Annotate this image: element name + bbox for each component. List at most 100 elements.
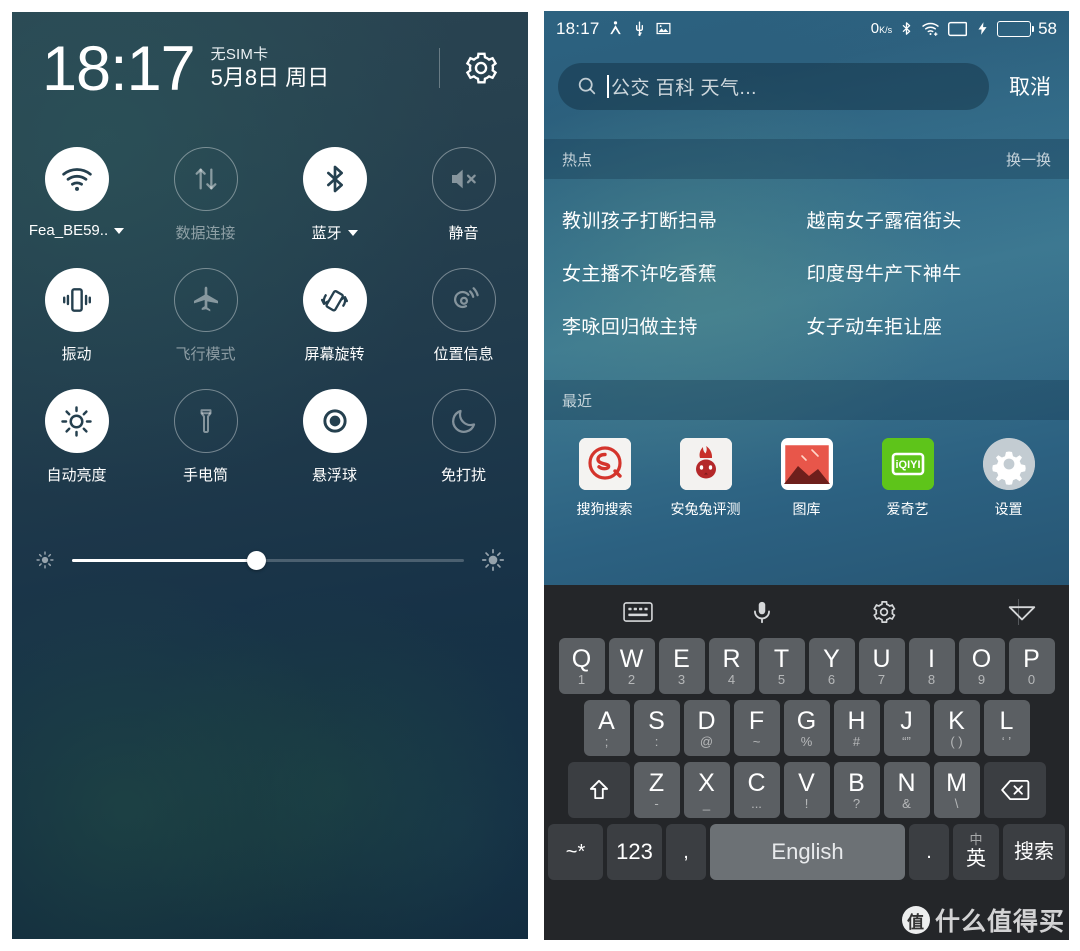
key-period[interactable]: . — [909, 824, 949, 880]
key-language-toggle[interactable]: 中 英 — [953, 824, 999, 880]
key-m[interactable]: M \ — [933, 762, 980, 818]
app-gallery[interactable]: 图库 — [756, 438, 857, 519]
key-v[interactable]: V! — [783, 762, 830, 818]
tile-row-2: 振动 飞行模式 屏幕旋转 位置信息 — [12, 268, 528, 389]
key-sub: 3 — [677, 672, 686, 687]
key-symbols[interactable]: ~* — [548, 824, 603, 880]
battery-percent: 58 — [1038, 18, 1057, 38]
key-main: , — [683, 841, 689, 863]
app-label: 设置 — [994, 501, 1023, 517]
status-bar-right: 0 K/s 58 — [871, 19, 1057, 39]
key-c[interactable]: C... — [733, 762, 780, 818]
key-sub: - — [654, 796, 659, 811]
key-main: Z — [648, 769, 665, 797]
key-sub: \ — [954, 796, 959, 811]
key-a[interactable]: A; — [583, 700, 630, 756]
key-numbers[interactable]: 123 — [607, 824, 662, 880]
tile-bluetooth[interactable]: 蓝牙 — [270, 147, 399, 243]
key-main: P — [1023, 645, 1040, 673]
brightness-slider[interactable] — [72, 549, 464, 571]
status-bar: 18:17 0 K/s 58 — [544, 11, 1069, 46]
search-icon — [576, 75, 598, 97]
chevron-down-icon[interactable] — [114, 227, 125, 234]
key-main: J — [900, 707, 913, 735]
chevron-down-icon[interactable] — [347, 229, 358, 236]
keyboard-layout-icon[interactable] — [623, 601, 653, 623]
key-n[interactable]: N & — [883, 762, 930, 818]
key-e[interactable]: E3 — [658, 638, 705, 694]
key-main: English — [771, 839, 844, 864]
app-label: 搜狗搜索 — [576, 501, 633, 517]
key-x[interactable]: X _ — [683, 762, 730, 818]
app-sogou-search[interactable]: 搜狗搜索 — [554, 438, 655, 519]
key-o[interactable]: O9 — [958, 638, 1005, 694]
key-q[interactable]: Q1 — [558, 638, 605, 694]
app-iqiyi[interactable]: iQIYI 爱奇艺 — [857, 438, 958, 519]
status-time: 18:17 — [556, 18, 600, 38]
app-settings[interactable]: 设置 — [958, 438, 1059, 519]
key-j[interactable]: J “” — [883, 700, 930, 756]
key-sub: _ — [702, 796, 711, 811]
tile-label-location: 位置信息 — [433, 346, 494, 363]
tile-vibrate[interactable]: 振动 — [12, 268, 141, 364]
settings-gear-icon — [982, 438, 1035, 490]
key-g[interactable]: G% — [783, 700, 830, 756]
key-l[interactable]: L ‘ ’ — [983, 700, 1030, 756]
key-w[interactable]: W2 — [608, 638, 655, 694]
key-p[interactable]: P0 — [1008, 638, 1055, 694]
tile-mute[interactable]: 静音 — [399, 147, 528, 243]
slider-knob[interactable] — [246, 550, 266, 570]
hot-section-header: 热点 换一换 — [544, 139, 1069, 179]
hot-topic-item[interactable]: 李咏回归做主持 — [562, 299, 807, 352]
key-sub: 9 — [977, 672, 986, 687]
gear-icon[interactable] — [462, 49, 500, 87]
key-z[interactable]: Z- — [633, 762, 680, 818]
key-main: S — [648, 707, 665, 735]
keyboard-settings-icon[interactable] — [871, 598, 898, 625]
app-antutu[interactable]: 安兔兔评测 — [655, 438, 756, 519]
hot-topic-item[interactable]: 印度母牛产下神牛 — [807, 246, 1052, 299]
hot-topic-item[interactable]: 越南女子露宿街头 — [807, 193, 1052, 246]
tile-wifi[interactable]: Fea_BE59.. — [12, 147, 141, 243]
tile-floating-ball[interactable]: 悬浮球 — [270, 389, 399, 485]
collapse-keyboard-icon[interactable] — [1006, 601, 1038, 623]
microphone-icon[interactable] — [749, 599, 775, 625]
key-f[interactable]: F ~ — [733, 700, 780, 756]
key-s[interactable]: S: — [633, 700, 680, 756]
key-d[interactable]: D @ — [683, 700, 730, 756]
shift-icon[interactable] — [567, 762, 630, 818]
key-b[interactable]: B? — [833, 762, 880, 818]
hot-topics-grid: 教训孩子打断扫帚 越南女子露宿街头 女主播不许吃香蕉 印度母牛产下神牛 李咏回归… — [544, 183, 1069, 364]
tile-screen-rotate[interactable]: 屏幕旋转 — [270, 268, 399, 364]
tile-auto-brightness[interactable]: 自动亮度 — [12, 389, 141, 485]
key-sub: % — [800, 734, 813, 749]
recent-section-title: 最近 — [562, 392, 593, 410]
key-sub: 0 — [1027, 672, 1036, 687]
tile-flashlight[interactable]: 手电筒 — [141, 389, 270, 485]
hot-topic-item[interactable]: 女主播不许吃香蕉 — [562, 246, 807, 299]
tile-location[interactable]: 位置信息 — [399, 268, 528, 364]
tile-data-connection[interactable]: 数据连接 — [141, 147, 270, 243]
key-t[interactable]: T5 — [758, 638, 805, 694]
hot-topic-item[interactable]: 女子动车拒让座 — [807, 299, 1052, 352]
refresh-hot-button[interactable]: 换一换 — [1006, 149, 1051, 170]
key-r[interactable]: R4 — [708, 638, 755, 694]
key-u[interactable]: U7 — [858, 638, 905, 694]
tile-row-1: Fea_BE59.. 数据连接 蓝牙 静音 — [12, 147, 528, 268]
cancel-button[interactable]: 取消 — [1005, 71, 1055, 101]
backspace-icon[interactable] — [983, 762, 1046, 818]
key-y[interactable]: Y6 — [808, 638, 855, 694]
key-k[interactable]: K( ) — [933, 700, 980, 756]
key-space[interactable]: English — [710, 824, 905, 880]
key-comma[interactable]: , — [666, 824, 706, 880]
key-search[interactable]: 搜索 — [1003, 824, 1065, 880]
do-not-disturb-icon — [431, 389, 496, 453]
tile-dnd[interactable]: 免打扰 — [399, 389, 528, 485]
key-i[interactable]: I8 — [908, 638, 955, 694]
hot-topic-item[interactable]: 教训孩子打断扫帚 — [562, 193, 807, 246]
search-input[interactable]: 公交 百科 天气... — [558, 62, 989, 110]
key-h[interactable]: H # — [833, 700, 880, 756]
tile-airplane[interactable]: 飞行模式 — [141, 268, 270, 364]
key-sub: ; — [604, 734, 609, 749]
key-main: B — [848, 769, 865, 797]
